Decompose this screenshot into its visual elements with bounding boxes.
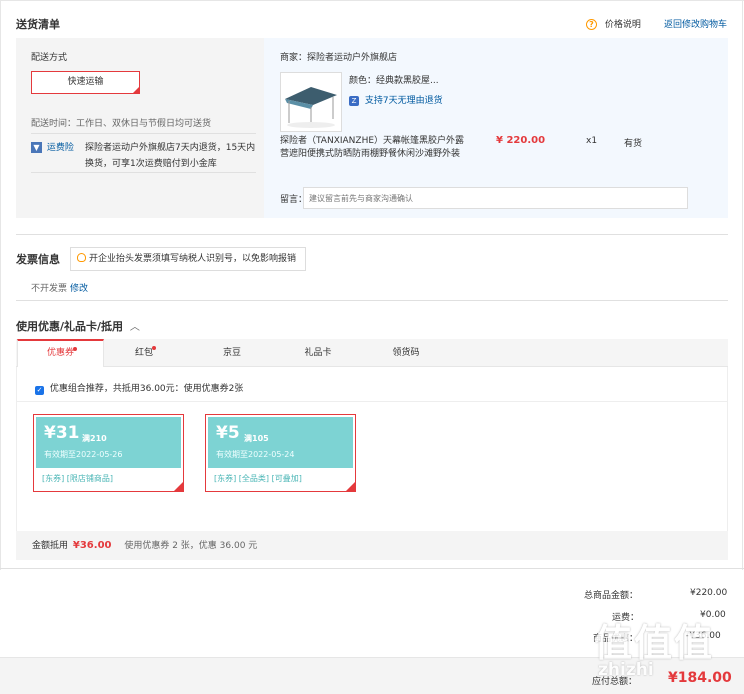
invoice-tip-text: 开企业抬头发票须填写纳税人识别号，以免影响报销 [89, 254, 297, 264]
selected-corner-icon [174, 482, 183, 491]
goods-total-label: 总商品金额： [584, 591, 639, 601]
product-stock: 有货 [624, 139, 643, 149]
coupon-amount: ¥31 [44, 423, 80, 443]
watermark-glyph: 值 [634, 621, 675, 665]
coupon-divider [17, 401, 727, 402]
watermark-text: zhizhi [598, 660, 654, 680]
watermark-logo: 值值值 [594, 612, 714, 667]
tent-image [281, 73, 341, 131]
memo-input[interactable] [303, 187, 688, 209]
delivery-divider [31, 133, 256, 134]
product-name-line1: 探险者（TANXIANZHE）天幕帐篷黑胶户外露 [280, 136, 465, 146]
watermark-glyph: 值 [674, 621, 715, 665]
return-policy: Z 支持7天无理由退货 [349, 93, 443, 106]
tab-coupon-dot [73, 347, 77, 351]
coupon-expiry: 有效期至2022-05-24 [216, 450, 295, 459]
chevron-up-icon: ︿ [129, 322, 140, 333]
delivery-time: 配送时间：工作日、双休日与节假日均可送货 [31, 119, 212, 129]
product-name-line2: 营遮阳便携式防晒防雨棚野餐休闲沙滩野外装 [280, 149, 461, 159]
delivery-title: 配送方式 [31, 53, 68, 63]
discount-toggle[interactable]: 使用优惠/礼品卡/抵用 ︿ [16, 318, 140, 334]
tab-redeem-code[interactable]: 领货码 [366, 339, 446, 367]
product-thumbnail[interactable] [280, 72, 342, 132]
bulb-icon [77, 253, 86, 262]
product-qty: x1 [586, 136, 598, 146]
section-divider-1 [16, 234, 728, 235]
product-color: 颜色：经典款黑胶屋... [349, 76, 439, 86]
coupon-tags: [东券] [限店铺商品] [42, 474, 114, 483]
tab-coupon[interactable]: 优惠券 [17, 339, 104, 368]
invoice-title: 发票信息 [16, 253, 60, 266]
question-icon: ? [586, 19, 597, 30]
watermark-glyph: 值 [594, 621, 635, 665]
discount-title: 使用优惠/礼品卡/抵用 [16, 320, 124, 333]
goods-total-value: ¥220.00 [690, 588, 728, 598]
summary-amount: ¥36.00 [72, 540, 112, 551]
tab-red-packet[interactable]: 红包 [104, 339, 184, 367]
coupon-condition: 满210 [82, 434, 107, 443]
insurance-icon: ▼ [31, 142, 42, 153]
product-price: ¥ 220.00 [496, 135, 546, 146]
merchant-name: 商家：探险者运动户外旗舰店 [280, 53, 398, 63]
coupon-condition: 满105 [244, 434, 269, 443]
tab-coupon-label: 优惠券 [46, 348, 74, 358]
insurance-divider [31, 172, 256, 173]
shipping-method-button[interactable]: 快速运输 [31, 71, 140, 94]
coupon-card[interactable]: ¥5 满105 有效期至2022-05-24 [东券] [全品类] [可叠加] [205, 414, 356, 492]
shipping-method-label: 快速运输 [67, 77, 104, 87]
price-help-link[interactable]: ? 价格说明 [586, 17, 641, 30]
return-badge-icon: Z [349, 96, 359, 106]
section-title: 送货清单 [16, 18, 60, 31]
tab-jingdou[interactable]: 京豆 [196, 339, 268, 367]
tab-gift-card[interactable]: 礼品卡 [278, 339, 358, 367]
frame-right [742, 0, 743, 570]
coupon-face: ¥31 满210 有效期至2022-05-26 [36, 417, 181, 468]
recommend-text: 优惠组合推荐，共抵用36.00元：使用优惠券2张 [49, 384, 244, 394]
invoice-edit-link[interactable]: 修改 [70, 281, 88, 294]
return-policy-text: 支持7天无理由退货 [364, 96, 443, 106]
insurance-desc-line1: 探险者运动户外旗舰店7天内退货，15天内 [85, 143, 256, 153]
coupon-card[interactable]: ¥31 满210 有效期至2022-05-26 [东券] [限店铺商品] [33, 414, 184, 492]
discount-tabs: 优惠券 红包 京豆 礼品卡 领货码 [16, 339, 728, 368]
insurance-label: 运费险 [46, 143, 74, 153]
summary-desc: 使用优惠券 2 张，优惠 36.00 元 [124, 541, 258, 551]
section-divider-2 [16, 300, 728, 301]
price-help-label: 价格说明 [604, 20, 641, 30]
coupon-expiry: 有效期至2022-05-26 [44, 450, 123, 459]
top-border [0, 0, 744, 1]
coupon-face: ¥5 满105 有效期至2022-05-24 [208, 417, 353, 468]
tab-red-packet-label: 红包 [134, 348, 153, 358]
recommend-row[interactable]: ✓ 优惠组合推荐，共抵用36.00元：使用优惠券2张 [35, 381, 243, 395]
back-to-cart-link[interactable]: 返回修改购物车 [664, 17, 727, 30]
insurance-desc-line2: 换货，可享1次运费赔付到小金库 [85, 159, 217, 169]
payable-value: ¥184.00 [668, 670, 732, 686]
invoice-tip: 开企业抬头发票须填写纳税人识别号，以免影响报销 [70, 247, 306, 271]
panel-bottom-border [0, 568, 744, 569]
summary-label: 金额抵用 [32, 541, 69, 551]
coupon-amount: ¥5 [216, 423, 240, 443]
tab-red-packet-dot [152, 346, 156, 350]
insurance-desc: 探险者运动户外旗舰店7天内退货，15天内 换货，可享1次运费赔付到小金库 [85, 140, 255, 172]
coupon-tags: [东券] [全品类] [可叠加] [214, 474, 302, 483]
freight-insurance-link[interactable]: ▼ 运费险 [31, 140, 74, 153]
product-name-link[interactable]: 探险者（TANXIANZHE）天幕帐篷黑胶户外露 营遮阳便携式防晒防雨棚野餐休闲… [280, 135, 464, 161]
invoice-status: 不开发票 [31, 284, 68, 294]
selected-corner-icon [133, 87, 139, 93]
selected-corner-icon [346, 482, 355, 491]
frame-left [0, 0, 1, 570]
discount-summary: 金额抵用 ¥36.00 使用优惠券 2 张，优惠 36.00 元 [16, 531, 728, 560]
recommend-checkbox[interactable]: ✓ [35, 386, 44, 395]
